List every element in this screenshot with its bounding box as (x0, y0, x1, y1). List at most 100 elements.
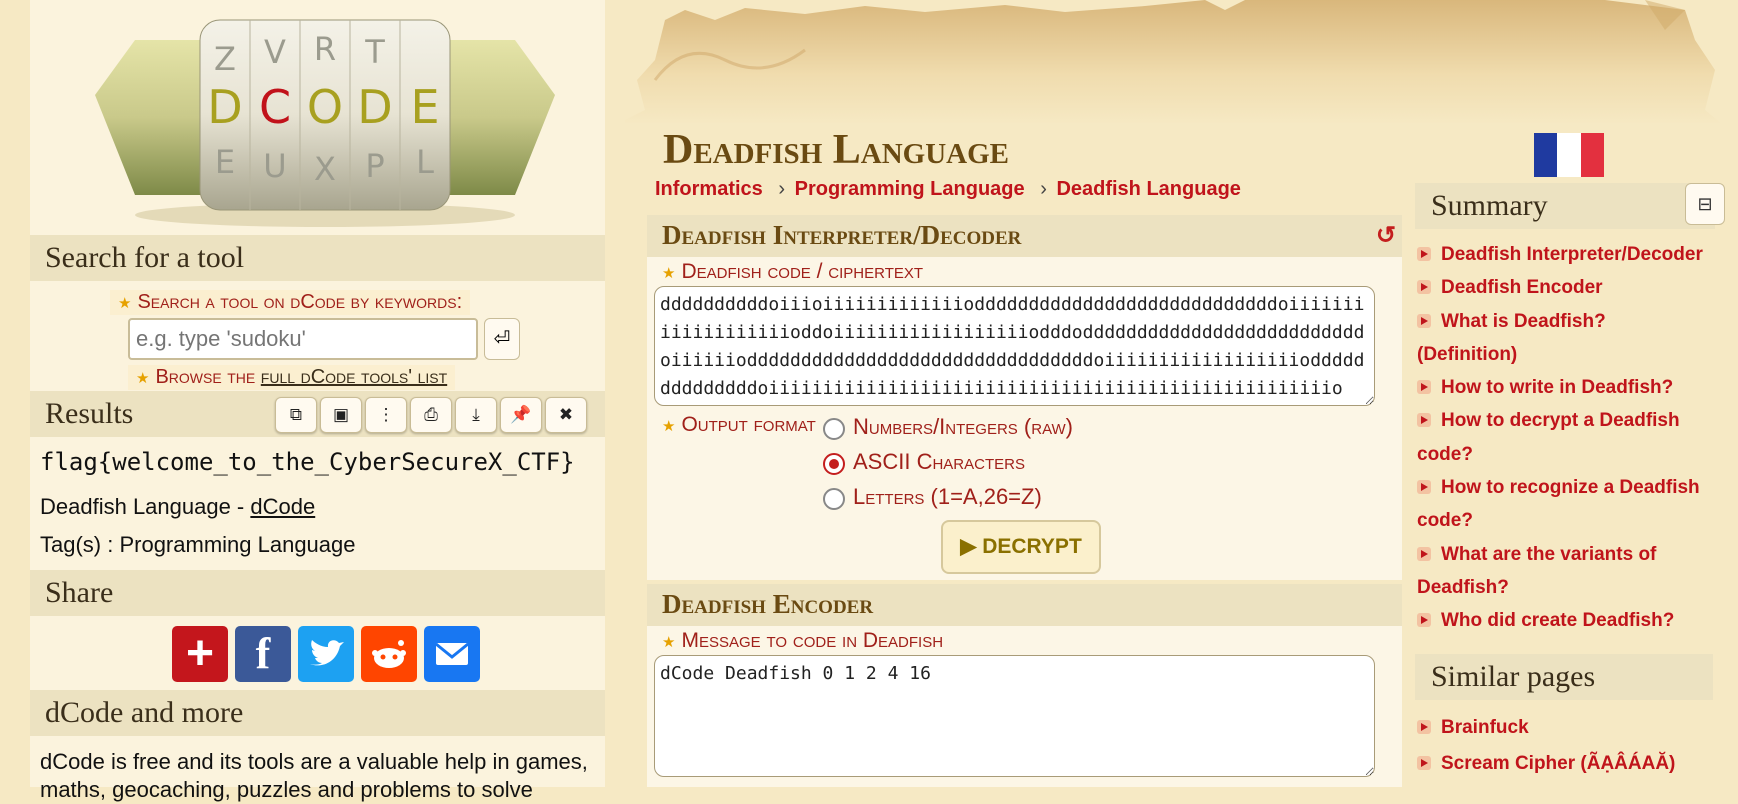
logo-top-letter: T (364, 33, 385, 71)
similar-item-brainfuck[interactable]: Brainfuck (1417, 710, 1722, 746)
logo-top-letter: R (314, 30, 336, 68)
addthis-share-button[interactable]: + (172, 626, 228, 682)
radio-ascii[interactable] (823, 453, 845, 475)
breadcrumb: Informatics › Programming Language › Dea… (655, 178, 1241, 201)
breadcrumb-deadfish-language[interactable]: Deadfish Language (1056, 178, 1240, 200)
output-format-label: ★ Output format (662, 413, 816, 436)
summary-item-interpreter[interactable]: Deadfish Interpreter/Decoder (1417, 238, 1722, 271)
logo-letter: O (307, 80, 343, 134)
facebook-share-button[interactable]: f (235, 626, 291, 682)
bullet-arrow-icon (1417, 613, 1431, 628)
flag-fr-icon[interactable] (1534, 133, 1604, 177)
logo-top-letter: V (264, 33, 286, 71)
star-icon: ★ (662, 265, 676, 282)
similar-list: Brainfuck Scream Cipher (ÃẠÂÁAĂ) (1417, 710, 1722, 782)
similar-item-scream-cipher[interactable]: Scream Cipher (ÃẠÂÁAĂ) (1417, 746, 1722, 782)
main-content: Deadfish Language Informatics › Programm… (625, 0, 1725, 787)
reddit-icon (372, 640, 406, 668)
browse-tools: ★ Browse the full dCode tools' list (128, 365, 456, 390)
parchment-header (625, 0, 1723, 125)
message-textarea[interactable]: dCode Deadfish 0 1 2 4 16 (654, 655, 1375, 777)
decrypt-button[interactable]: ▶ DECRYPT (941, 520, 1101, 574)
summary-item-variants[interactable]: What are the variants of Deadfish? (1417, 538, 1687, 605)
radio-ascii-label[interactable]: ASCII Characters (853, 449, 1025, 475)
page-title: Deadfish Language (663, 127, 1009, 173)
search-label: ★ Search a tool on dCode by keywords: (110, 290, 471, 315)
star-icon: ★ (662, 418, 676, 435)
screenshot-icon[interactable]: ▣ (320, 397, 362, 433)
summary-heading: Summary (1415, 183, 1715, 229)
copy-icon[interactable]: ⧉ (275, 397, 317, 433)
encoder-box: ★ Message to code in Deadfish dCode Deadf… (647, 626, 1402, 787)
bullet-arrow-icon (1417, 247, 1431, 261)
radio-numbers-label[interactable]: Numbers/Integers (raw) (853, 414, 1073, 440)
summary-item-what-is[interactable]: What is Deadfish? (Definition) (1417, 305, 1642, 372)
dcode-logo[interactable]: Z V R T D C O D E E U X P L (95, 5, 555, 230)
split-icon[interactable]: ⋮ (365, 397, 407, 433)
twitter-share-button[interactable] (298, 626, 354, 682)
logo-bottom-letter: P (365, 147, 384, 185)
star-icon: ★ (136, 370, 150, 387)
mail-icon (435, 642, 469, 665)
pin-icon[interactable]: 📌 (500, 397, 542, 433)
code-textarea[interactable]: ddddddddddoiiioiiiiiiiiiiiiioddddddddddd… (654, 286, 1375, 406)
summary-collapse-button[interactable]: ⊟ (1685, 183, 1725, 225)
code-label: ★ Deadfish code / ciphertext (662, 260, 924, 283)
dcode-link[interactable]: dCode (250, 494, 315, 519)
refresh-icon[interactable]: ↺ (1376, 221, 1396, 250)
bullet-arrow-icon (1417, 413, 1431, 428)
summary-item-who-created[interactable]: Who did create Deadfish? (1417, 604, 1722, 637)
logo-bottom-letter: U (263, 147, 286, 185)
close-icon[interactable]: ✖ (545, 397, 587, 433)
results-panel-header: Results ⧉ ▣ ⋮ ⎙ ⤓ 📌 ✖ (30, 391, 605, 437)
bullet-arrow-icon (1417, 756, 1431, 770)
breadcrumb-informatics[interactable]: Informatics (655, 178, 763, 200)
breadcrumb-programming-language[interactable]: Programming Language (795, 178, 1025, 200)
logo-bottom-letter: E (215, 143, 235, 181)
bullet-arrow-icon (1417, 480, 1431, 495)
logo-bottom-letter: X (314, 150, 336, 188)
logo-letter: D (357, 80, 392, 134)
message-label: ★ Message to code in Deadfish (662, 629, 944, 652)
summary-item-how-to-recognize[interactable]: How to recognize a Deadfish code? (1417, 471, 1717, 538)
summary-item-how-to-write[interactable]: How to write in Deadfish? (1417, 371, 1722, 404)
result-flag: flag{welcome_to_the_CyberSecureX_CTF} (40, 448, 575, 476)
breadcrumb-separator: › (1040, 178, 1047, 200)
star-icon: ★ (118, 295, 132, 312)
search-input[interactable] (128, 318, 478, 360)
breadcrumb-separator: › (778, 178, 786, 200)
bullet-arrow-icon (1417, 313, 1431, 328)
radio-letters[interactable] (823, 488, 845, 510)
similar-heading: Similar pages (1415, 654, 1713, 700)
collapse-icon: ⊟ (1697, 194, 1713, 214)
logo-top-letter: Z (214, 40, 236, 78)
share-heading: Share (30, 570, 605, 616)
decoder-heading: Deadfish Interpreter/Decoder ↺ (647, 215, 1402, 257)
email-share-button[interactable] (424, 626, 480, 682)
logo-letter: D (207, 80, 242, 134)
bullet-arrow-icon (1417, 380, 1431, 395)
download-icon[interactable]: ⤓ (455, 397, 497, 433)
result-source: Deadfish Language - dCode (40, 494, 316, 519)
summary-list: Deadfish Interpreter/Decoder Deadfish En… (1417, 238, 1722, 638)
summary-item-how-to-decrypt[interactable]: How to decrypt a Deadfish code? (1417, 404, 1707, 471)
encoder-heading: Deadfish Encoder (647, 584, 1402, 626)
decoder-box: ★ Deadfish code / ciphertext ddddddddddoi… (647, 257, 1402, 580)
logo-letter: E (410, 80, 439, 134)
reddit-share-button[interactable] (361, 626, 417, 682)
print-icon[interactable]: ⎙ (410, 397, 452, 433)
search-heading: Search for a tool (30, 235, 605, 281)
browse-tools-link[interactable]: full dCode tools' list (261, 366, 447, 388)
radio-letters-label[interactable]: Letters (1=A,26=Z) (853, 484, 1042, 510)
more-heading: dCode and more (30, 690, 605, 736)
logo-bottom-letter: L (416, 143, 434, 181)
results-heading: Results (45, 397, 134, 430)
summary-item-encoder[interactable]: Deadfish Encoder (1417, 271, 1722, 304)
bullet-arrow-icon (1417, 546, 1431, 561)
radio-numbers[interactable] (823, 418, 845, 440)
search-go-button[interactable]: ⏎ (484, 318, 520, 360)
bullet-arrow-icon (1417, 280, 1431, 295)
more-text: dCode is free and its tools are a valuab… (40, 749, 588, 802)
bullet-arrow-icon (1417, 720, 1431, 734)
star-icon: ★ (662, 634, 676, 651)
